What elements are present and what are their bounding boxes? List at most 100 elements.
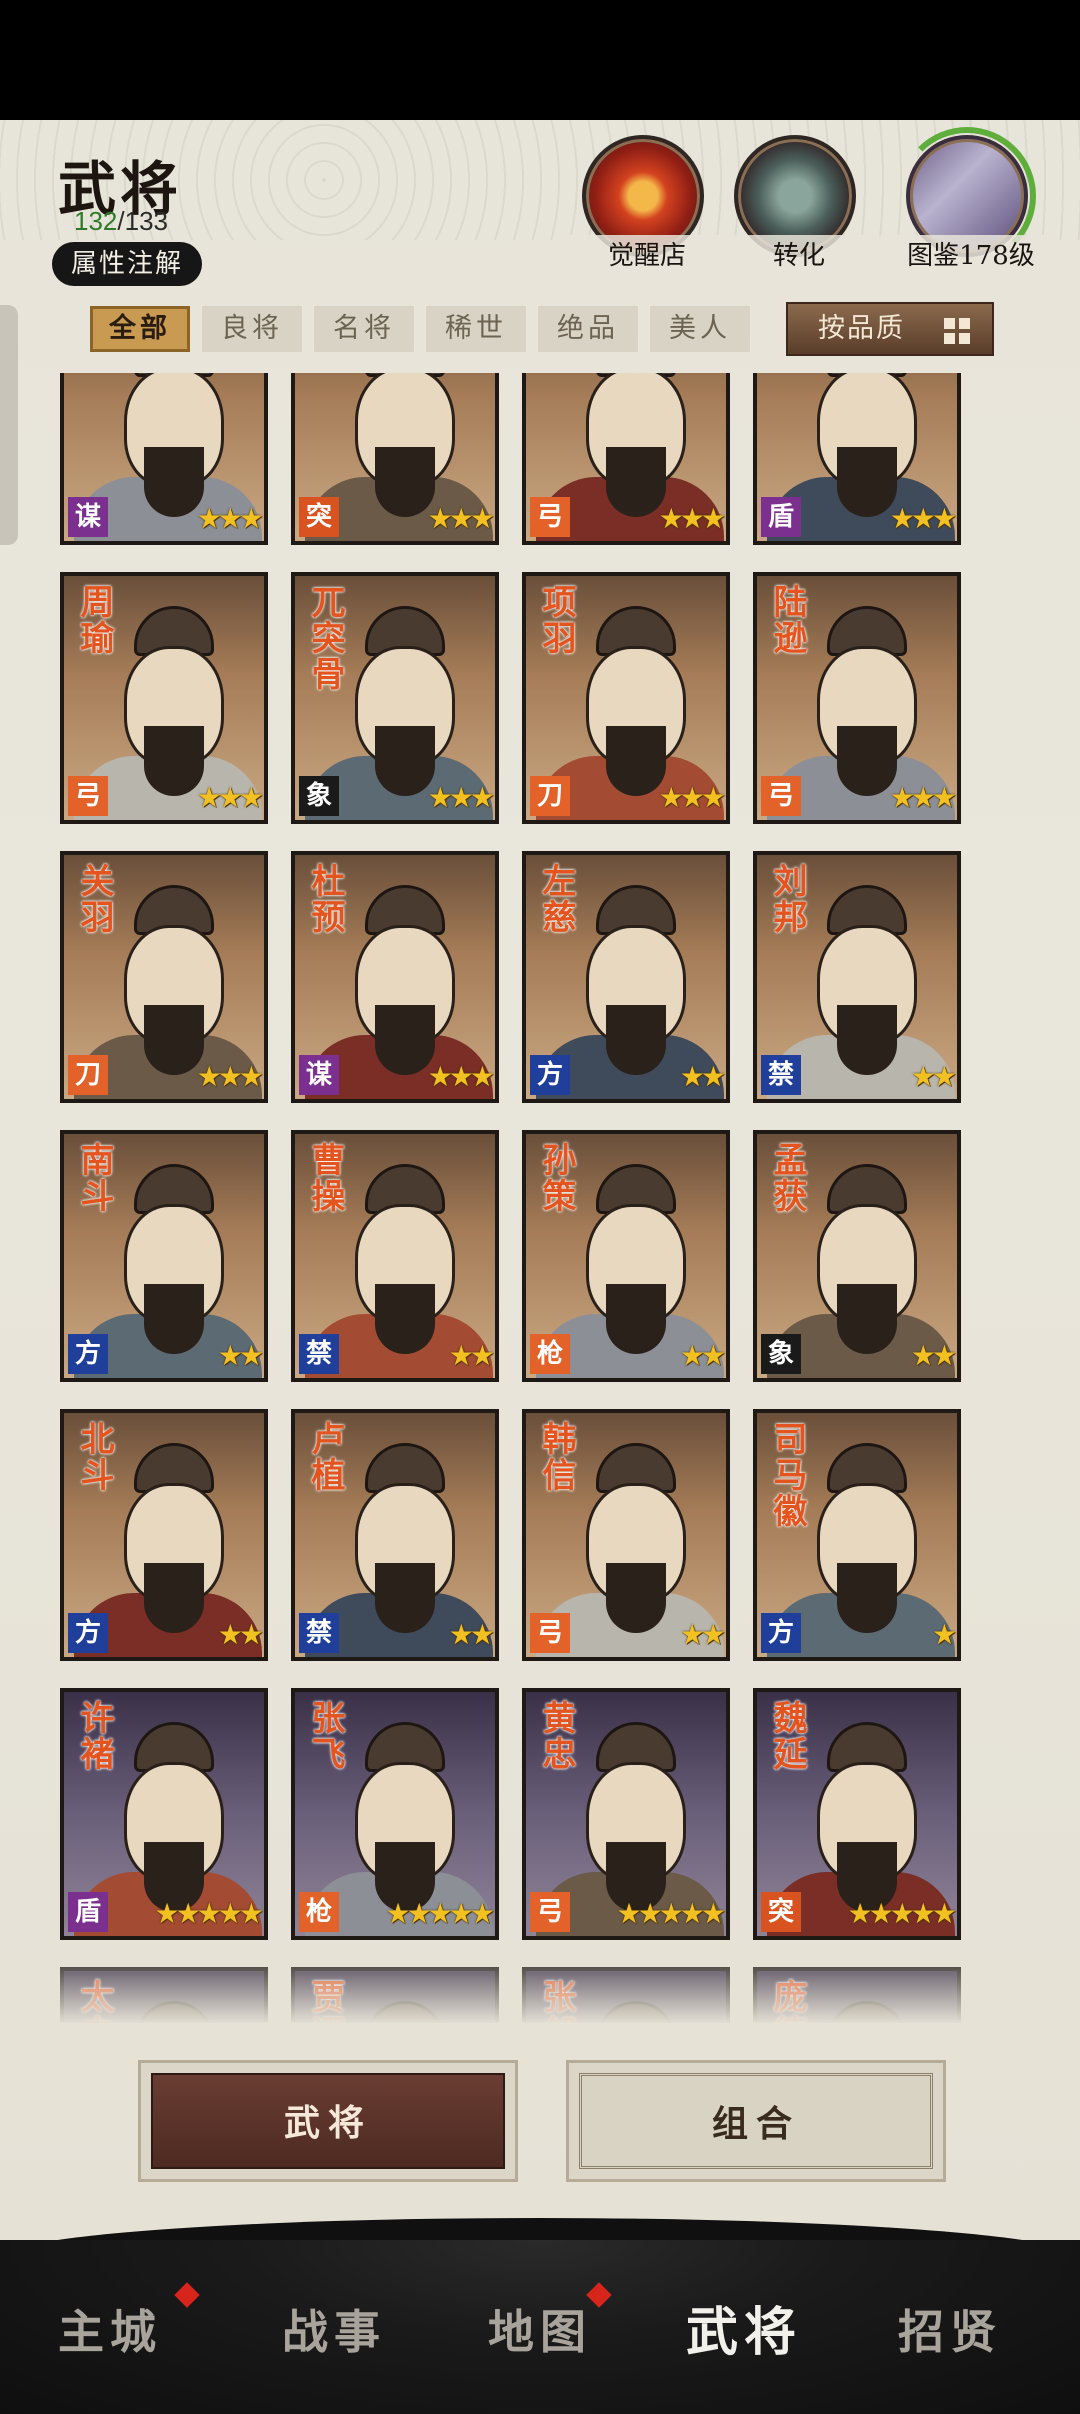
hero-grid-viewport[interactable]: 谋 ★★★ 突 ★★★ 弓 ★★★ 盾 ★★★ 周瑜弓 ★★★ 兀突骨象 ★★★ 项羽刀 ★★★ 陆逊弓 ★★… xyxy=(60,373,1010,2023)
hero-class-badge: 禁 xyxy=(299,1334,339,1374)
hero-card[interactable]: 曹操禁 ★★ xyxy=(291,1130,499,1382)
hero-star-rating: ★★★★★ xyxy=(154,1897,263,1930)
hero-star-rating: ★★ xyxy=(217,1339,264,1372)
hero-card[interactable]: 魏延突 ★★★★★ xyxy=(753,1688,961,1940)
codex-icon[interactable]: 图鉴178级 xyxy=(880,135,1062,272)
hero-card[interactable]: 刘邦禁 ★★ xyxy=(753,851,961,1103)
hero-star-rating: ★★★ xyxy=(427,781,495,814)
hero-card[interactable]: 杜预谋 ★★★ xyxy=(291,851,499,1103)
hero-star-rating: ★★ xyxy=(679,1339,726,1372)
hero-name: 孙策 xyxy=(536,1142,576,1214)
hero-card-footer: 禁 ★★ xyxy=(295,1334,495,1378)
combos-button[interactable]: 组合 xyxy=(566,2060,946,2182)
hero-card[interactable]: 黄忠弓 ★★★★★ xyxy=(522,1688,730,1940)
filter-tab-good[interactable]: 良将 xyxy=(202,306,302,352)
hero-card[interactable]: 孙策枪 ★★ xyxy=(522,1130,730,1382)
hero-card-footer: 盾 ★★★ xyxy=(757,497,957,541)
hero-star-rating: ★★ xyxy=(910,1339,957,1372)
hero-name: 刘邦 xyxy=(767,863,807,935)
nav-main-city[interactable]: 主城 xyxy=(30,2296,190,2362)
hero-card[interactable]: 谋 ★★★ xyxy=(60,373,268,545)
hero-card-footer: 方 ★ xyxy=(757,1613,957,1657)
hero-card-footer: 方 ★★ xyxy=(64,1334,264,1378)
hero-class-badge: 禁 xyxy=(299,1613,339,1653)
hero-card[interactable]: 左慈方 ★★ xyxy=(522,851,730,1103)
hero-name: 张飞 xyxy=(305,1700,345,1772)
hero-star-rating: ★★ xyxy=(910,1060,957,1093)
side-drawer-handle[interactable] xyxy=(0,305,18,545)
hero-name: 卢植 xyxy=(305,1421,345,1493)
hero-name: 兀突骨 xyxy=(305,584,345,692)
hero-star-rating: ★★ xyxy=(679,1060,726,1093)
hero-card-footer: 突 ★★★★★ xyxy=(757,1892,957,1936)
hero-card[interactable]: 陆逊弓 ★★★ xyxy=(753,572,961,824)
hero-class-badge: 突 xyxy=(761,1892,801,1932)
nav-heroes[interactable]: 武将 xyxy=(664,2290,824,2365)
sort-label: 按品质 xyxy=(818,313,905,344)
hero-card[interactable]: 许褚盾 ★★★★★ xyxy=(60,1688,268,1940)
hero-class-badge: 谋 xyxy=(299,1055,339,1095)
hero-class-badge: 枪 xyxy=(530,1334,570,1374)
hero-name: 杜预 xyxy=(305,863,345,935)
hero-card[interactable]: 司马徽方 ★ xyxy=(753,1409,961,1661)
nav-map[interactable]: 地图 xyxy=(460,2296,620,2362)
hero-card[interactable]: 弓 ★★★ xyxy=(522,373,730,545)
hero-star-rating: ★★★ xyxy=(889,502,957,535)
attribute-notes-button[interactable]: 属性注解 xyxy=(52,242,202,286)
hero-card[interactable]: 关羽刀 ★★★ xyxy=(60,851,268,1103)
hero-name: 魏延 xyxy=(767,1700,807,1772)
hero-card[interactable]: 突 ★★★ xyxy=(291,373,499,545)
hero-card-footer: 谋 ★★★ xyxy=(64,497,264,541)
hero-class-badge: 弓 xyxy=(530,1613,570,1653)
hero-class-badge: 弓 xyxy=(530,1892,570,1932)
hero-card[interactable]: 北斗方 ★★ xyxy=(60,1409,268,1661)
hero-name: 南斗 xyxy=(74,1142,114,1214)
hero-name: 陆逊 xyxy=(767,584,807,656)
nav-warfare[interactable]: 战事 xyxy=(254,2296,414,2362)
sort-by-quality-button[interactable]: 按品质 xyxy=(786,302,994,356)
hero-class-badge: 象 xyxy=(761,1334,801,1374)
hero-count-current: 132 xyxy=(74,206,118,236)
filter-tab-peerless[interactable]: 绝品 xyxy=(538,306,638,352)
hero-name: 司马徽 xyxy=(767,1421,807,1529)
hero-card[interactable]: 张飞枪 ★★★★★ xyxy=(291,1688,499,1940)
awaken-shop-icon[interactable]: 觉醒店 xyxy=(556,135,738,272)
hero-name: 周瑜 xyxy=(74,584,114,656)
hero-card[interactable]: 卢植禁 ★★ xyxy=(291,1409,499,1661)
hero-card[interactable]: 兀突骨象 ★★★ xyxy=(291,572,499,824)
hero-card-footer: 方 ★★ xyxy=(64,1613,264,1657)
hero-class-badge: 谋 xyxy=(68,497,108,537)
hero-star-rating: ★ xyxy=(931,1618,957,1651)
hero-card-footer: 谋 ★★★ xyxy=(295,1055,495,1099)
hero-star-rating: ★★★ xyxy=(889,781,957,814)
nav-recruit[interactable]: 招贤 xyxy=(870,2296,1030,2362)
hero-card-footer: 弓 ★★ xyxy=(526,1613,726,1657)
hero-star-rating: ★★ xyxy=(679,1618,726,1651)
hero-card-footer: 禁 ★★ xyxy=(757,1055,957,1099)
hero-class-badge: 象 xyxy=(299,776,339,816)
hero-card-footer: 禁 ★★ xyxy=(295,1613,495,1657)
hero-card-footer: 弓 ★★★ xyxy=(64,776,264,820)
hero-card[interactable]: 南斗方 ★★ xyxy=(60,1130,268,1382)
hero-card[interactable]: 周瑜弓 ★★★ xyxy=(60,572,268,824)
hero-card[interactable]: 韩信弓 ★★ xyxy=(522,1409,730,1661)
hero-card-footer: 象 ★★★ xyxy=(295,776,495,820)
filter-tab-rare[interactable]: 稀世 xyxy=(426,306,526,352)
hero-card-footer: 刀 ★★★ xyxy=(526,776,726,820)
combos-button-label: 组合 xyxy=(579,2073,933,2169)
grid-view-icon xyxy=(944,318,970,344)
hero-card[interactable]: 项羽刀 ★★★ xyxy=(522,572,730,824)
hero-card-footer: 弓 ★★★ xyxy=(526,497,726,541)
hero-name: 项羽 xyxy=(536,584,576,656)
hero-card[interactable]: 盾 ★★★ xyxy=(753,373,961,545)
hero-card-footer: 枪 ★★★★★ xyxy=(295,1892,495,1936)
filter-tab-famous[interactable]: 名将 xyxy=(314,306,414,352)
heroes-button[interactable]: 武将 xyxy=(138,2060,518,2182)
hero-star-rating: ★★★ xyxy=(658,502,726,535)
cauldron-icon[interactable]: 转化 xyxy=(708,135,890,272)
hero-star-rating: ★★★ xyxy=(196,1060,264,1093)
filter-tab-beauty[interactable]: 美人 xyxy=(650,306,750,352)
hero-class-badge: 方 xyxy=(530,1055,570,1095)
hero-card[interactable]: 孟获象 ★★ xyxy=(753,1130,961,1382)
filter-tab-all[interactable]: 全部 xyxy=(90,306,190,352)
